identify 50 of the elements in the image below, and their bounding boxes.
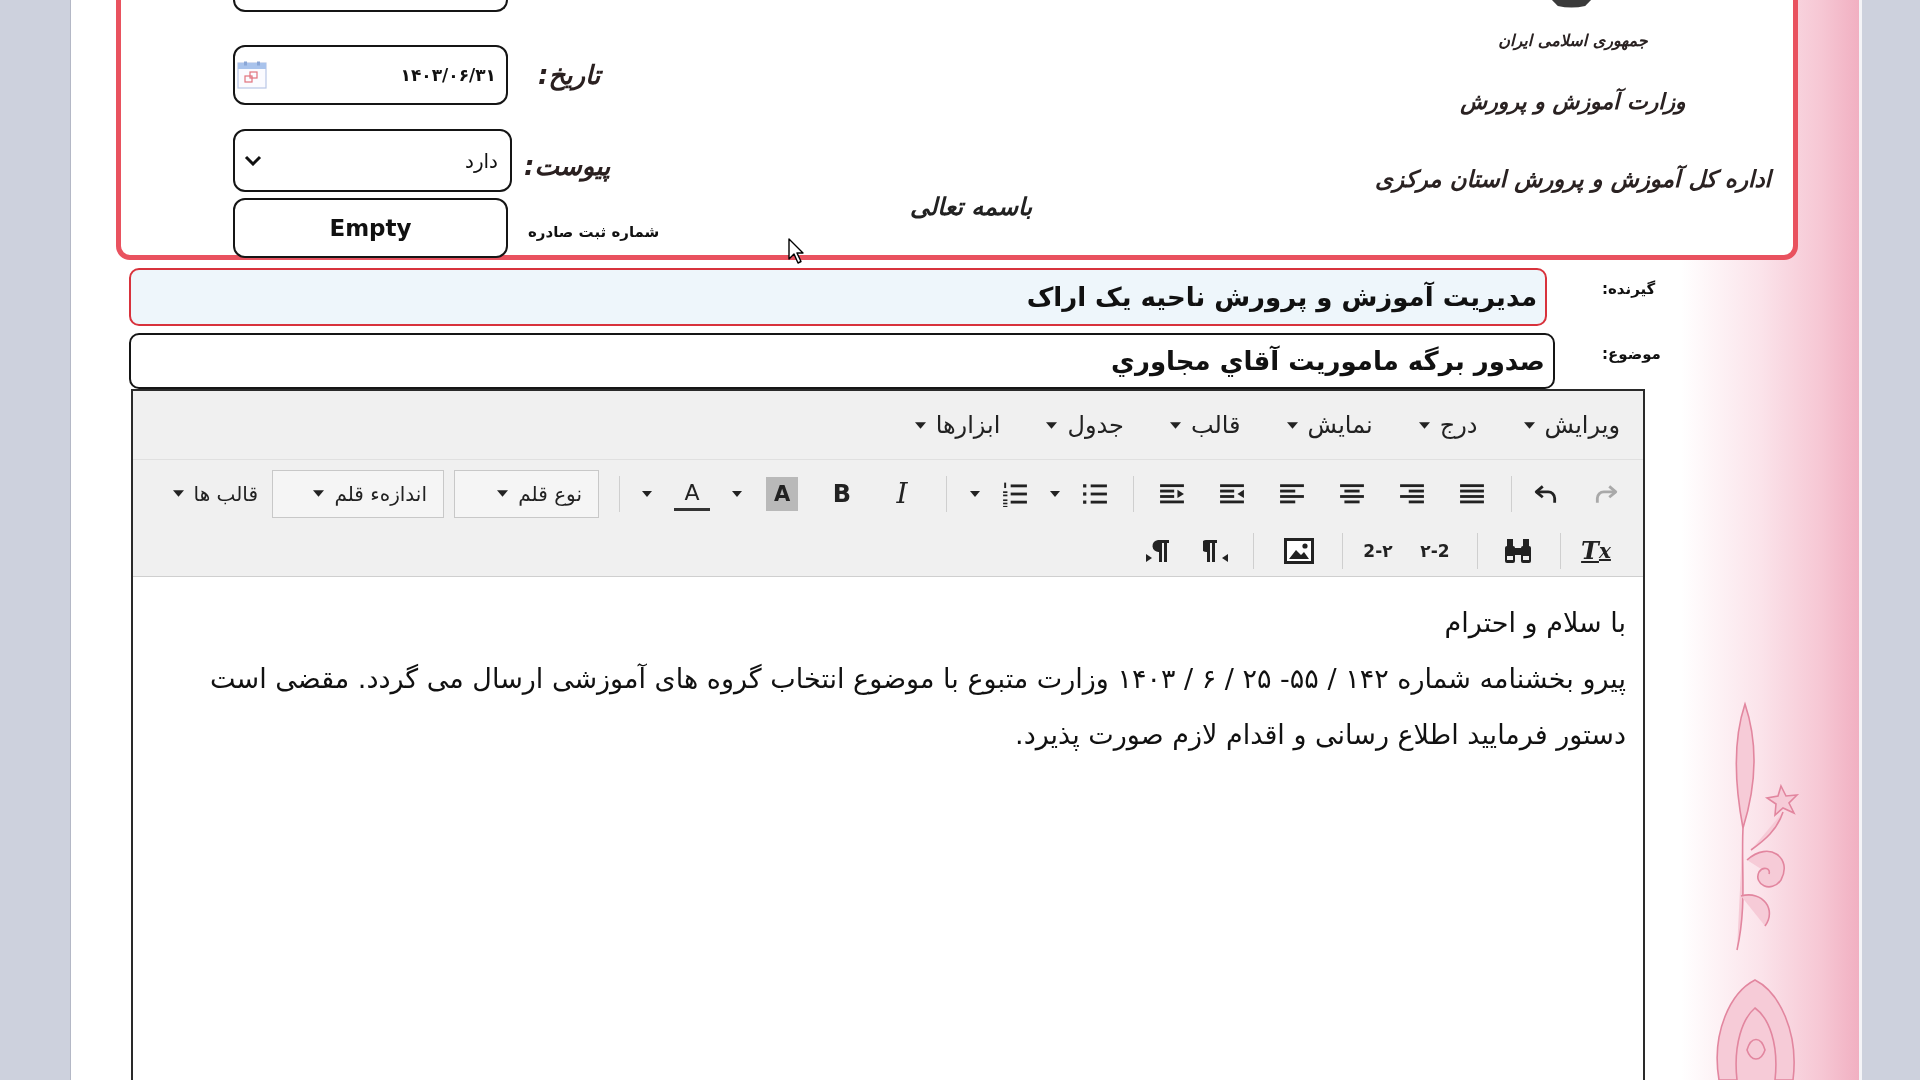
digit-conversion-button[interactable]: 2-۲ — [1356, 532, 1400, 569]
date-label: تاریخ: — [538, 60, 601, 90]
caret-icon[interactable] — [642, 490, 652, 497]
organization-title: وزارت آموزش و پرورش — [1460, 86, 1686, 117]
chevron-down-icon — [244, 155, 262, 166]
menu-item[interactable]: ویرایش — [1523, 411, 1620, 439]
caret-icon — [1046, 421, 1058, 429]
text-color-button[interactable]: A — [674, 476, 710, 511]
caret-icon — [313, 490, 325, 497]
numbered-list-icon[interactable] — [1002, 480, 1028, 507]
caret-icon — [1169, 421, 1181, 429]
body-paragraph: پیرو بخشنامه شماره ۱۴۲ / ۵۵- ۲۵ / ۶ / ۱۴۰۳ وزارت متبوع با موضوع انتخاب گروه های آموزشی ارسال می گردد. مقضی است دستور فرمایید اطلاع رسانی و اقدام لازم صورت پذیرد. — [209, 662, 1626, 753]
ltr-paragraph-icon[interactable] — [1145, 537, 1171, 564]
font-size-select[interactable]: اندازهء قلم — [272, 469, 444, 518]
caret-icon — [1523, 421, 1535, 429]
caret-icon[interactable] — [732, 490, 742, 497]
background-color-button[interactable]: A — [766, 476, 798, 511]
binoculars-icon[interactable] — [1503, 537, 1533, 564]
menu-item[interactable]: ابزارها — [914, 411, 1001, 439]
menu-item[interactable]: درج — [1418, 411, 1478, 439]
attachment-select[interactable]: دارد — [233, 129, 512, 192]
font-family-select[interactable]: نوع قلم — [454, 469, 599, 518]
menu-item[interactable]: قالب — [1169, 411, 1241, 439]
caret-icon[interactable] — [970, 490, 980, 497]
menu-item[interactable]: نمایش — [1286, 411, 1373, 439]
subject-label: موضوع: — [1602, 345, 1661, 363]
rtl-paragraph-icon[interactable] — [1203, 537, 1229, 564]
attachment-label: پیوست: — [524, 150, 611, 181]
issued-number-label: شماره ثبت صادره — [528, 223, 660, 241]
date-field[interactable]: ۱۴۰۳/۰۶/۳۱ — [233, 45, 508, 105]
recipient-field[interactable]: مدیریت آموزش و پرورش ناحیه یک اراک — [129, 268, 1547, 326]
greeting-heading: باسمه تعالی — [910, 193, 1033, 221]
caret-icon — [497, 490, 509, 497]
body-paragraph: با سلام و احترام — [1443, 606, 1626, 641]
menu-item[interactable]: جدول — [1046, 411, 1124, 439]
emblem-icon — [1550, 0, 1593, 8]
recipient-label: گیرنده: — [1602, 280, 1656, 298]
formats-dropdown[interactable]: قالب ها — [172, 481, 258, 506]
issued-number-field[interactable]: Empty — [233, 198, 508, 258]
caret-icon — [914, 421, 926, 429]
subject-field[interactable]: صدور برگه ماموریت آقاي مجاوري — [129, 333, 1555, 389]
caret-icon — [1418, 421, 1430, 429]
italic-button[interactable]: I — [884, 475, 920, 512]
image-icon[interactable] — [1283, 537, 1315, 564]
digit-conversion-button[interactable]: ۲-2 — [1413, 532, 1457, 569]
caret-icon — [172, 490, 184, 497]
caret-icon[interactable] — [1050, 490, 1060, 497]
caret-icon — [1286, 421, 1298, 429]
bold-button[interactable]: B — [824, 475, 860, 512]
organization-title: جمهوری اسلامی ایران — [1498, 30, 1648, 53]
